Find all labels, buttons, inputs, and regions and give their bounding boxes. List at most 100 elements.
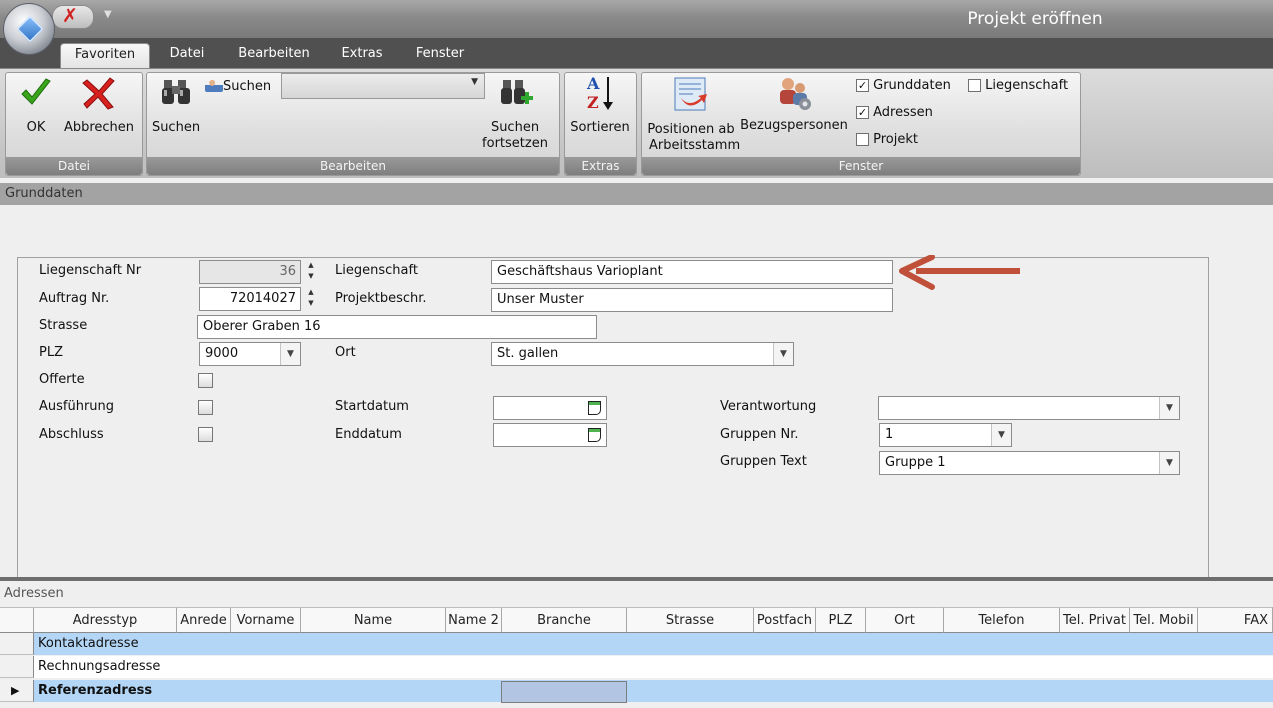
selected-cell-branche[interactable]: [501, 681, 627, 703]
suchen-fortsetzen-label-1: Suchen: [490, 120, 540, 135]
gruppen-nr-dropdown[interactable]: 1 ▼: [879, 423, 1012, 447]
suchen-button[interactable]: Suchen: [150, 76, 202, 138]
liegenschaft-nr-field[interactable]: 36: [199, 260, 301, 284]
section-header-adressen: Adressen: [4, 586, 64, 601]
column-header-postfach[interactable]: Postfach: [754, 607, 816, 633]
label-gruppen-text: Gruppen Text: [720, 454, 807, 469]
chevron-down-icon[interactable]: ▼: [280, 343, 300, 365]
binoculars-icon: [162, 80, 190, 104]
liegenschaft-nr-spinner[interactable]: ▲ ▼: [305, 260, 317, 284]
column-header-name[interactable]: Name: [301, 607, 446, 633]
ort-value: St. gallen: [497, 346, 559, 361]
ok-button[interactable]: OK: [18, 76, 54, 138]
checkbox-grunddaten[interactable]: ✓ Grunddaten: [856, 78, 951, 94]
positionen-label-2: Arbeitsstamm: [649, 138, 741, 153]
tab-favoriten[interactable]: Favoriten: [60, 43, 150, 69]
suchen-fortsetzen-button[interactable]: Suchen fortsetzen: [473, 76, 557, 154]
column-header-branche[interactable]: Branche: [502, 607, 627, 633]
plz-dropdown[interactable]: 9000 ▼: [199, 342, 301, 366]
calendar-icon[interactable]: [588, 428, 601, 442]
tab-fenster[interactable]: Fenster: [404, 45, 476, 68]
chevron-down-icon[interactable]: ▼: [773, 343, 793, 365]
offerte-checkbox[interactable]: [198, 373, 213, 388]
label-projektbeschr: Projektbeschr.: [335, 291, 427, 306]
label-strasse: Strasse: [39, 318, 88, 333]
qat-dropdown-icon[interactable]: ▼: [104, 9, 112, 20]
annotation-arrow-icon: [899, 255, 1020, 290]
sortieren-label: Sortieren: [570, 120, 630, 135]
close-icon[interactable]: ✗: [62, 6, 78, 26]
checkbox-label: Liegenschaft: [985, 78, 1069, 93]
column-header-ort[interactable]: Ort: [866, 607, 944, 633]
chevron-down-icon[interactable]: ▼: [1159, 397, 1179, 419]
table-row[interactable]: Rechnungsadresse: [34, 656, 1273, 678]
checkbox-box[interactable]: ✓: [856, 106, 869, 119]
label-plz: PLZ: [39, 345, 63, 360]
sort-az-icon: A Z: [586, 74, 613, 112]
positionen-label-1: Positionen ab: [647, 122, 735, 137]
enddatum-field[interactable]: [493, 423, 607, 447]
svg-text:A: A: [586, 74, 600, 93]
checkbox-projekt[interactable]: Projekt: [856, 132, 918, 148]
gruppen-nr-value: 1: [885, 427, 894, 442]
label-gruppen-nr: Gruppen Nr.: [720, 427, 799, 442]
group-label: Extras: [565, 157, 636, 175]
table-row[interactable]: Kontaktadresse: [34, 633, 1273, 655]
verantwortung-dropdown[interactable]: ▼: [878, 396, 1180, 420]
label-offerte: Offerte: [39, 372, 85, 387]
chevron-down-icon[interactable]: ▼: [1159, 452, 1179, 474]
checkbox-liegenschaft[interactable]: Liegenschaft: [968, 78, 1068, 94]
positionen-ab-arbeitsstamm-button[interactable]: Positionen ab Arbeitsstamm: [645, 76, 741, 154]
column-header-tel-mobil[interactable]: Tel. Mobil: [1130, 607, 1198, 633]
tab-bearbeiten[interactable]: Bearbeiten: [228, 45, 320, 68]
title-bar: ✗ ▼ Projekt eröffnen: [0, 0, 1273, 38]
column-header-fax[interactable]: FAX: [1198, 607, 1273, 633]
plz-value: 9000: [205, 346, 239, 361]
calendar-icon[interactable]: [588, 401, 601, 415]
label-abschluss: Abschluss: [39, 427, 104, 442]
column-header-strasse[interactable]: Strasse: [627, 607, 754, 633]
label-verantwortung: Verantwortung: [720, 399, 817, 414]
document-arrow-icon: [674, 77, 707, 111]
row-header[interactable]: [0, 633, 34, 655]
strasse-field[interactable]: Oberer Graben 16: [197, 315, 597, 339]
search-combobox[interactable]: ▼: [281, 73, 485, 99]
suchen-small-label: Suchen: [223, 79, 272, 94]
gruppen-text-dropdown[interactable]: Gruppe 1 ▼: [879, 451, 1180, 475]
bezugspersonen-button[interactable]: Bezugspersonen: [739, 74, 849, 136]
ok-label: OK: [26, 120, 46, 135]
suchen-label: Suchen: [151, 120, 201, 135]
table-row[interactable]: Referenzadress: [34, 680, 1273, 702]
chevron-down-icon[interactable]: ▼: [991, 424, 1011, 446]
checkbox-box[interactable]: [968, 79, 981, 92]
binoculars-plus-icon: [501, 80, 533, 104]
column-header-name-2[interactable]: Name 2: [446, 607, 502, 633]
column-header-anrede[interactable]: Anrede: [177, 607, 231, 633]
suchen-small-button[interactable]: Suchen: [205, 78, 279, 96]
checkbox-adressen[interactable]: ✓ Adressen: [856, 105, 933, 121]
group-label: Fenster: [642, 157, 1080, 175]
ort-dropdown[interactable]: St. gallen ▼: [491, 342, 794, 366]
tab-extras[interactable]: Extras: [334, 45, 390, 68]
column-header-plz[interactable]: PLZ: [816, 607, 866, 633]
startdatum-field[interactable]: [493, 396, 607, 420]
checkbox-box[interactable]: [856, 133, 869, 146]
column-header-telefon[interactable]: Telefon: [944, 607, 1060, 633]
ausfuehrung-checkbox[interactable]: [198, 400, 213, 415]
tab-datei[interactable]: Datei: [160, 45, 214, 68]
column-header-tel-privat[interactable]: Tel. Privat: [1060, 607, 1130, 633]
application-menu-button[interactable]: [3, 3, 55, 55]
abschluss-checkbox[interactable]: [198, 427, 213, 442]
auftrag-nr-spinner[interactable]: ▲ ▼: [305, 287, 317, 311]
auftrag-nr-field[interactable]: 72014027: [199, 287, 301, 311]
sortieren-button[interactable]: A Z Sortieren: [568, 74, 632, 136]
abbrechen-button[interactable]: Abbrechen: [62, 76, 136, 138]
checkbox-box[interactable]: ✓: [856, 79, 869, 92]
current-row-indicator-icon[interactable]: ▶: [0, 680, 34, 702]
liegenschaft-field[interactable]: Geschäftshaus Varioplant: [491, 260, 893, 284]
section-divider: [0, 577, 1273, 581]
column-header-adresstyp[interactable]: Adresstyp: [34, 607, 177, 633]
column-header-vorname[interactable]: Vorname: [231, 607, 301, 633]
row-header[interactable]: [0, 656, 34, 678]
projektbeschr-field[interactable]: Unser Muster: [491, 288, 893, 312]
